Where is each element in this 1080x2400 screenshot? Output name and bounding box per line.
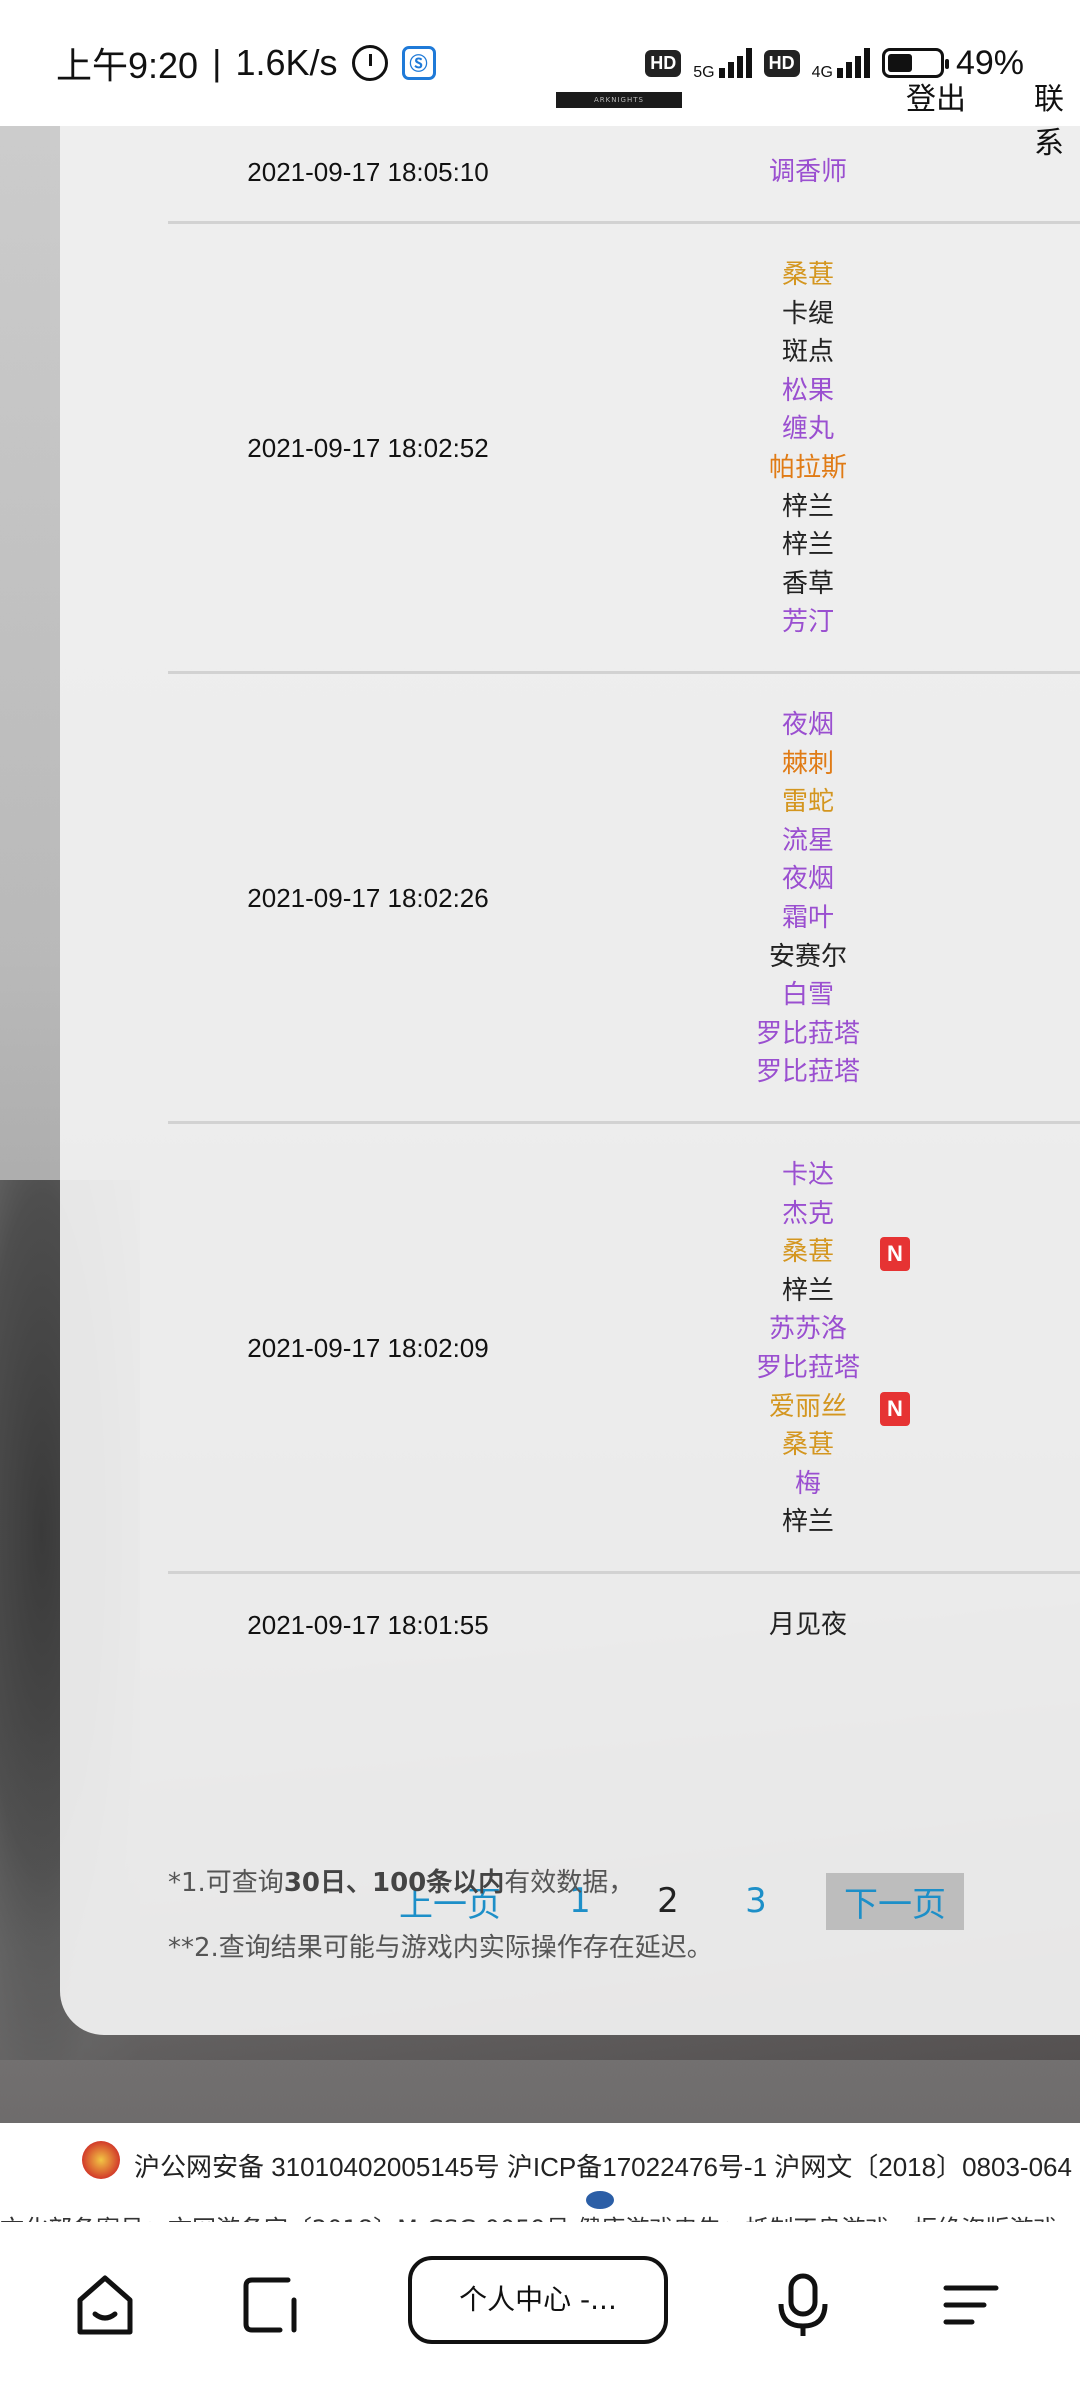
contact-link[interactable]: 联系 (1034, 74, 1080, 162)
operator-name: 白雪 (781, 980, 834, 1011)
operator-name: 杰克 (781, 1198, 834, 1229)
site-footer: 沪公网安备 31010402005145号 沪ICP备17022476号-1 沪… (0, 2123, 1080, 2222)
network-type-4g: 4G (811, 63, 833, 81)
operator-name: 梅 (794, 1468, 821, 1499)
operator-name: 罗比菈塔 (755, 1018, 860, 1049)
record-time: 2021-09-17 18:05:10 (247, 156, 489, 187)
records-card: 2021-09-17 18:05:18罗比菈塔2021-09-17 18:05:… (60, 54, 1080, 2035)
record-row: 2021-09-17 18:02:09 卡达 杰克 桑葚 N 梓兰 苏苏洛 罗比菈塔 爱丽丝 N 桑… (168, 1124, 1080, 1574)
record-time: 2021-09-17 18:02:52 (247, 433, 489, 463)
record-operators: 月见夜 (693, 1606, 923, 1645)
operator-name: 爱丽丝 N (693, 1388, 923, 1427)
record-row: 2021-09-17 18:01:55 月见夜 (168, 1574, 1080, 1677)
record-time: 2021-09-17 18:01:55 (247, 1609, 489, 1640)
microphone-icon[interactable] (768, 2270, 838, 2340)
operator-name: 梓兰 (781, 1507, 834, 1538)
operator-name: 流星 (781, 825, 834, 856)
operator-name: 月见夜 (768, 1610, 847, 1641)
operator-name: 安赛尔 (768, 941, 847, 972)
record-row: 2021-09-17 18:02:26 夜烟 棘刺 雷蛇 流星 夜烟 霜叶 安赛尔 白雪 罗比菈塔… (168, 674, 1080, 1124)
operator-name: 苏苏洛 (768, 1314, 847, 1345)
network-type-5g: 5G (693, 63, 715, 81)
home-icon[interactable] (70, 2270, 140, 2340)
operator-name: 梓兰 (781, 530, 834, 561)
record-time: 2021-09-17 18:02:09 (247, 1333, 489, 1363)
footer-scroll-text: 文化部备案号：文网游备字〔2018〕M-CSG 0059号 健康游戏忠告：抵制不… (0, 2209, 1080, 2222)
footer-license[interactable]: 沪公网安备 31010402005145号 沪ICP备17022476号-1 沪… (134, 2147, 1072, 2184)
logout-link[interactable]: 登出 (906, 74, 966, 118)
operator-name: 芳汀 (781, 607, 834, 638)
note-2: **2.查询结果可能与游戏内实际操作存在延迟。 (168, 1933, 713, 1963)
signal-icon-2 (836, 48, 870, 78)
operator-name: 夜烟 (781, 864, 834, 895)
record-time: 2021-09-17 18:02:26 (247, 883, 489, 913)
page-3-button[interactable]: 3 (726, 1881, 786, 1921)
operator-name: 梓兰 (781, 1275, 834, 1306)
operator-name: 罗比菈塔 (755, 1057, 860, 1088)
operator-name: 桑葚 (781, 260, 834, 290)
footer-logo-icon (586, 2191, 614, 2209)
menu-icon[interactable] (936, 2270, 1006, 2340)
note-1: *1.可查询30日、100条以内有效数据， (168, 1868, 635, 1898)
operator-name: 卡缇 (781, 298, 834, 329)
record-operators: 桑葚 卡缇 斑点 松果 缠丸 帕拉斯 梓兰 梓兰 香草 芳汀 (693, 256, 923, 642)
record-row: 2021-09-17 18:05:10 调香师 (168, 121, 1080, 224)
operator-name: 松果 (781, 375, 834, 406)
record-operators: 卡达 杰克 桑葚 N 梓兰 苏苏洛 罗比菈塔 爱丽丝 N 桑葚梅梓兰 (693, 1156, 923, 1542)
hd-icon-2: HD (763, 49, 800, 77)
notification-app-icon: Ⓢ (401, 46, 436, 80)
tabs-icon[interactable] (236, 2270, 306, 2340)
page-2-current: 2 (657, 1881, 679, 1921)
browser-navbar: 个人中心 -... (0, 2222, 1080, 2400)
record-row: 2021-09-17 18:02:52 桑葚 卡缇 斑点 松果 缠丸 帕拉斯 梓兰 梓兰 香草 芳汀 (168, 224, 1080, 674)
operator-name: 雷蛇 (781, 787, 834, 818)
new-badge: N (880, 1391, 910, 1426)
operator-name: 香草 (781, 568, 834, 599)
police-badge-icon (82, 2141, 120, 2179)
address-bar[interactable]: 个人中心 -... (408, 2256, 668, 2344)
operator-name: 斑点 (781, 337, 834, 368)
network-speed: 1.6K/s (235, 42, 338, 83)
site-logo-strip: ARKNIGHTS (556, 92, 682, 108)
hd-icon: HD (645, 49, 682, 77)
new-badge: N (880, 1237, 910, 1272)
operator-name: 帕拉斯 (768, 452, 847, 483)
record-operators: 夜烟 棘刺 雷蛇 流星 夜烟 霜叶 安赛尔 白雪 罗比菈塔 罗比菈塔 (693, 706, 923, 1092)
operator-name: 夜烟 (781, 710, 834, 740)
operator-name: 梓兰 (781, 491, 834, 522)
operator-name: 调香师 (768, 157, 847, 188)
operator-name: 霜叶 (781, 902, 834, 933)
operator-name: 桑葚 (781, 1430, 834, 1461)
battery-percent: 49% (955, 43, 1024, 82)
next-page-button[interactable]: 下一页 (826, 1872, 964, 1930)
record-operators: 调香师 (693, 153, 923, 192)
clock: 上午9:20 (56, 45, 199, 86)
operator-name: 罗比菈塔 (755, 1352, 860, 1383)
operator-name: 棘刺 (781, 748, 834, 779)
signal-icon (718, 48, 752, 78)
alarm-icon (351, 45, 388, 81)
operator-name: 缠丸 (781, 414, 834, 445)
operator-name: 桑葚 N (693, 1233, 923, 1272)
operator-name: 卡达 (781, 1160, 834, 1190)
